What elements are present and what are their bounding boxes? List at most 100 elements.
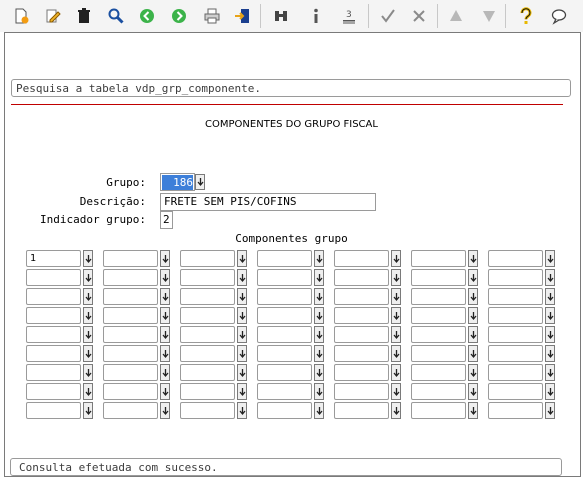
componente-dropdown-button[interactable] — [83, 250, 93, 267]
previous-record-icon[interactable] — [136, 5, 158, 27]
componente-input[interactable] — [488, 402, 543, 419]
componente-input[interactable] — [411, 269, 466, 286]
componente-dropdown-button[interactable] — [237, 250, 247, 267]
componente-dropdown-button[interactable] — [237, 269, 247, 286]
componente-dropdown-button[interactable] — [237, 402, 247, 419]
componente-dropdown-button[interactable] — [314, 383, 324, 400]
componente-dropdown-button[interactable] — [83, 288, 93, 305]
componente-input[interactable] — [180, 288, 235, 305]
componente-input[interactable]: 1 — [26, 250, 81, 267]
edit-pencil-icon[interactable] — [42, 5, 64, 27]
move-up-icon[interactable] — [445, 5, 467, 27]
componente-dropdown-button[interactable] — [391, 288, 401, 305]
componente-input[interactable] — [26, 326, 81, 343]
componente-dropdown-button[interactable] — [83, 269, 93, 286]
componente-dropdown-button[interactable] — [83, 364, 93, 381]
componente-dropdown-button[interactable] — [545, 250, 555, 267]
componente-input[interactable] — [411, 364, 466, 381]
componente-dropdown-button[interactable] — [160, 402, 170, 419]
componente-input[interactable] — [488, 307, 543, 324]
componente-dropdown-button[interactable] — [160, 269, 170, 286]
help-icon[interactable] — [515, 5, 537, 27]
componente-dropdown-button[interactable] — [468, 326, 478, 343]
componente-dropdown-button[interactable] — [468, 345, 478, 362]
componente-input[interactable] — [180, 250, 235, 267]
componente-input[interactable] — [488, 269, 543, 286]
componente-input[interactable] — [257, 250, 312, 267]
componente-input[interactable] — [334, 307, 389, 324]
print-icon[interactable] — [201, 5, 223, 27]
indicador-grupo-field[interactable]: 2 — [160, 211, 173, 229]
componente-input[interactable] — [257, 326, 312, 343]
componente-dropdown-button[interactable] — [314, 402, 324, 419]
grupo-dropdown-button[interactable] — [195, 174, 205, 190]
descricao-field[interactable]: FRETE SEM PIS/COFINS — [160, 193, 376, 211]
componente-dropdown-button[interactable] — [314, 288, 324, 305]
componente-dropdown-button[interactable] — [314, 345, 324, 362]
componente-input[interactable] — [26, 383, 81, 400]
componente-input[interactable] — [180, 269, 235, 286]
componente-input[interactable] — [26, 307, 81, 324]
grupo-field[interactable]: 186 — [160, 173, 195, 191]
componente-input[interactable] — [257, 402, 312, 419]
componente-input[interactable] — [257, 364, 312, 381]
componente-input[interactable] — [180, 383, 235, 400]
componente-dropdown-button[interactable] — [468, 402, 478, 419]
search-input[interactable]: Pesquisa a tabela vdp_grp_componente. — [11, 79, 571, 97]
componente-dropdown-button[interactable] — [237, 364, 247, 381]
componente-dropdown-button[interactable] — [83, 402, 93, 419]
componente-dropdown-button[interactable] — [391, 307, 401, 324]
componente-input[interactable] — [180, 364, 235, 381]
next-record-icon[interactable] — [168, 5, 190, 27]
componente-input[interactable] — [26, 364, 81, 381]
componente-input[interactable] — [488, 288, 543, 305]
componente-input[interactable] — [26, 345, 81, 362]
componente-dropdown-button[interactable] — [391, 364, 401, 381]
componente-input[interactable] — [180, 345, 235, 362]
binoculars-icon[interactable] — [270, 5, 292, 27]
componente-dropdown-button[interactable] — [545, 307, 555, 324]
componente-input[interactable] — [411, 402, 466, 419]
componente-input[interactable] — [257, 307, 312, 324]
componente-input[interactable] — [103, 345, 158, 362]
componente-input[interactable] — [488, 326, 543, 343]
componente-dropdown-button[interactable] — [160, 288, 170, 305]
componente-input[interactable] — [180, 326, 235, 343]
componente-input[interactable] — [334, 250, 389, 267]
componente-dropdown-button[interactable] — [83, 307, 93, 324]
componente-input[interactable] — [26, 269, 81, 286]
componente-input[interactable] — [488, 383, 543, 400]
componente-dropdown-button[interactable] — [545, 269, 555, 286]
componente-input[interactable] — [103, 402, 158, 419]
componente-dropdown-button[interactable] — [545, 345, 555, 362]
componente-dropdown-button[interactable] — [237, 307, 247, 324]
componente-input[interactable] — [334, 269, 389, 286]
componente-dropdown-button[interactable] — [391, 345, 401, 362]
componente-input[interactable] — [103, 326, 158, 343]
componente-dropdown-button[interactable] — [391, 402, 401, 419]
componente-input[interactable] — [103, 307, 158, 324]
new-document-icon[interactable] — [10, 5, 32, 27]
componente-dropdown-button[interactable] — [314, 326, 324, 343]
componente-input[interactable] — [103, 250, 158, 267]
componente-dropdown-button[interactable] — [468, 383, 478, 400]
componente-dropdown-button[interactable] — [468, 250, 478, 267]
componente-input[interactable] — [411, 307, 466, 324]
componente-dropdown-button[interactable] — [83, 383, 93, 400]
componente-input[interactable] — [257, 269, 312, 286]
componente-input[interactable] — [334, 402, 389, 419]
componente-input[interactable] — [103, 364, 158, 381]
componente-input[interactable] — [26, 288, 81, 305]
componente-input[interactable] — [26, 402, 81, 419]
componente-dropdown-button[interactable] — [160, 250, 170, 267]
componente-dropdown-button[interactable] — [468, 307, 478, 324]
trash-icon[interactable] — [73, 5, 95, 27]
confirm-check-icon[interactable] — [377, 5, 399, 27]
componente-input[interactable] — [180, 307, 235, 324]
chat-icon[interactable] — [548, 5, 570, 27]
componente-dropdown-button[interactable] — [237, 345, 247, 362]
componente-dropdown-button[interactable] — [160, 326, 170, 343]
componente-dropdown-button[interactable] — [545, 288, 555, 305]
componente-dropdown-button[interactable] — [391, 250, 401, 267]
componente-input[interactable] — [411, 345, 466, 362]
